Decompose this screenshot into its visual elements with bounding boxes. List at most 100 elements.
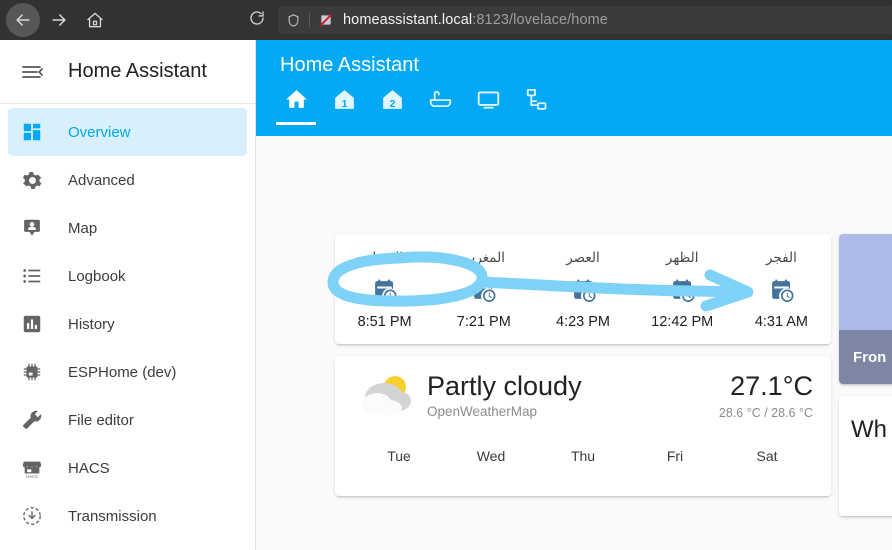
forecast-day-label: Tue xyxy=(387,448,411,464)
home-floor-1-icon: 1 xyxy=(332,87,357,117)
sidebar-item-transmission[interactable]: Transmission xyxy=(8,492,247,540)
url-text: homeassistant.local:8123/lovelace/home xyxy=(343,12,608,28)
forecast-day-label: Sat xyxy=(756,448,778,464)
prayer-time: 12:42 PM xyxy=(651,314,714,330)
shield-icon[interactable] xyxy=(286,12,301,29)
prayer-time: 7:21 PM xyxy=(456,314,511,330)
prayer-time: 4:31 AM xyxy=(754,314,809,330)
wrench-icon xyxy=(20,408,44,432)
sidebar-title: Home Assistant xyxy=(68,60,207,82)
sidebar-item-logbook[interactable]: Logbook xyxy=(8,252,247,300)
home-button[interactable] xyxy=(78,3,112,37)
format-list-bulleted-icon xyxy=(20,264,44,288)
prayer-entry[interactable]: العشاء 8:51 PM xyxy=(335,250,434,330)
prayer-name: المغرب xyxy=(462,250,505,266)
lovelace-content: العشاء 8:51 PM المغرب 7:21 PM العصر 4:23… xyxy=(256,136,892,550)
tab-bathroom[interactable] xyxy=(416,79,464,125)
sidebar-item-history[interactable]: History xyxy=(8,300,247,348)
sidebar-item-esphome[interactable]: ESPHome (dev) xyxy=(8,348,247,396)
camera-card[interactable]: Fron xyxy=(839,234,892,384)
bathtub-icon xyxy=(428,87,453,117)
download-circle-icon xyxy=(20,504,44,528)
calendar-clock-icon xyxy=(769,277,794,303)
sidebar-item-hacs[interactable]: HACS HACS xyxy=(8,444,247,492)
sidebar-header: Home Assistant xyxy=(0,40,255,104)
forecast-day-item: Sat xyxy=(721,448,813,464)
forecast-day-item: Fri xyxy=(629,448,721,464)
column-side: Fron Wh xyxy=(839,148,892,516)
sidebar-item-label: File editor xyxy=(68,411,134,429)
forecast-day-label: Thu xyxy=(570,448,596,464)
app-header: Home Assistant 1 2 xyxy=(256,40,892,136)
tab-media[interactable] xyxy=(464,79,512,125)
prayer-name: العشاء xyxy=(366,250,404,266)
prayer-times-grid: العشاء 8:51 PM المغرب 7:21 PM العصر 4:23… xyxy=(335,250,831,330)
forward-button[interactable] xyxy=(42,3,76,37)
sidebar-item-file-editor[interactable]: File editor xyxy=(8,396,247,444)
sidebar-item-map[interactable]: Map xyxy=(8,204,247,252)
home-floor-2-icon: 2 xyxy=(380,87,405,117)
television-icon xyxy=(476,87,501,117)
reload-button[interactable] xyxy=(242,5,272,35)
forecast-day-label: Fri xyxy=(666,448,684,464)
page-title: Home Assistant xyxy=(280,54,419,76)
card-columns: العشاء 8:51 PM المغرب 7:21 PM العصر 4:23… xyxy=(256,148,892,516)
prayer-entry[interactable]: المغرب 7:21 PM xyxy=(434,250,533,330)
partly-cloudy-icon xyxy=(353,370,417,426)
divider xyxy=(309,12,310,28)
weather-forecast-row: Tue Wed Thu Fri Sat xyxy=(353,448,813,464)
column-main: العشاء 8:51 PM المغرب 7:21 PM العصر 4:23… xyxy=(335,148,831,516)
arrow-left-icon xyxy=(13,10,33,30)
svg-text:HACS: HACS xyxy=(26,474,38,479)
prayer-time: 8:51 PM xyxy=(357,314,412,330)
weather-temperature-block: 27.1°C 28.6 °C / 28.6 °C xyxy=(719,370,813,419)
prayer-name: العصر xyxy=(566,250,600,266)
arrow-right-icon xyxy=(49,10,69,30)
tab-floor-1[interactable]: 1 xyxy=(320,79,368,125)
address-bar[interactable]: homeassistant.local:8123/lovelace/home xyxy=(278,6,892,34)
sidebar-item-label: Overview xyxy=(68,123,131,141)
weather-card[interactable]: Partly cloudy OpenWeatherMap 27.1°C 28.6… xyxy=(335,356,831,496)
svg-text:2: 2 xyxy=(389,99,395,110)
gear-icon xyxy=(20,168,44,192)
ha-main: Home Assistant 1 2 العشاء 8:51 PM المغرب… xyxy=(256,40,892,550)
calendar-clock-icon xyxy=(471,277,496,303)
tracker-blocked-icon[interactable] xyxy=(318,12,334,28)
tab-floor-2[interactable]: 2 xyxy=(368,79,416,125)
forecast-day-label: Wed xyxy=(476,448,506,464)
back-button[interactable] xyxy=(6,3,40,37)
lan-network-icon xyxy=(524,87,549,117)
reload-container xyxy=(242,5,272,35)
prayer-times-card[interactable]: العشاء 8:51 PM المغرب 7:21 PM العصر 4:23… xyxy=(335,234,831,344)
browser-toolbar: homeassistant.local:8123/lovelace/home xyxy=(0,0,892,40)
camera-label: Fron xyxy=(853,348,887,366)
calendar-clock-icon xyxy=(670,277,695,303)
sidebar-item-overview[interactable]: Overview xyxy=(8,108,247,156)
prayer-entry[interactable]: الفجر 4:31 AM xyxy=(732,250,831,330)
camera-preview[interactable] xyxy=(839,234,892,330)
hacs-store-icon: HACS xyxy=(20,456,44,480)
browser-nav-buttons xyxy=(0,3,112,37)
chart-box-icon xyxy=(20,312,44,336)
svg-text:1: 1 xyxy=(341,99,347,110)
sidebar-item-label: Advanced xyxy=(68,171,135,189)
view-dashboard-icon xyxy=(20,120,44,144)
weather-temperature: 27.1°C xyxy=(730,371,813,401)
weather-attribution: OpenWeatherMap xyxy=(427,403,538,419)
prayer-entry[interactable]: الظهر 12:42 PM xyxy=(633,250,732,330)
home-icon xyxy=(284,87,309,117)
forecast-day-item: Tue xyxy=(353,448,445,464)
prayer-entry[interactable]: العصر 4:23 PM xyxy=(533,250,632,330)
sidebar-item-list: Overview Advanced Map Logbook History ES… xyxy=(0,104,255,540)
sidebar-item-advanced[interactable]: Advanced xyxy=(8,156,247,204)
prayer-name: الظهر xyxy=(665,250,699,266)
tab-home[interactable] xyxy=(272,79,320,125)
tab-network[interactable] xyxy=(512,79,560,125)
prayer-time: 4:23 PM xyxy=(556,314,610,330)
secondary-card[interactable]: Wh xyxy=(839,396,892,516)
prayer-name: الفجر xyxy=(765,250,797,266)
url-path: :8123/lovelace/home xyxy=(472,12,608,28)
secondary-card-title: Wh xyxy=(851,416,887,443)
menu-collapse-icon[interactable] xyxy=(12,52,52,92)
sidebar-item-label: Logbook xyxy=(68,267,126,285)
